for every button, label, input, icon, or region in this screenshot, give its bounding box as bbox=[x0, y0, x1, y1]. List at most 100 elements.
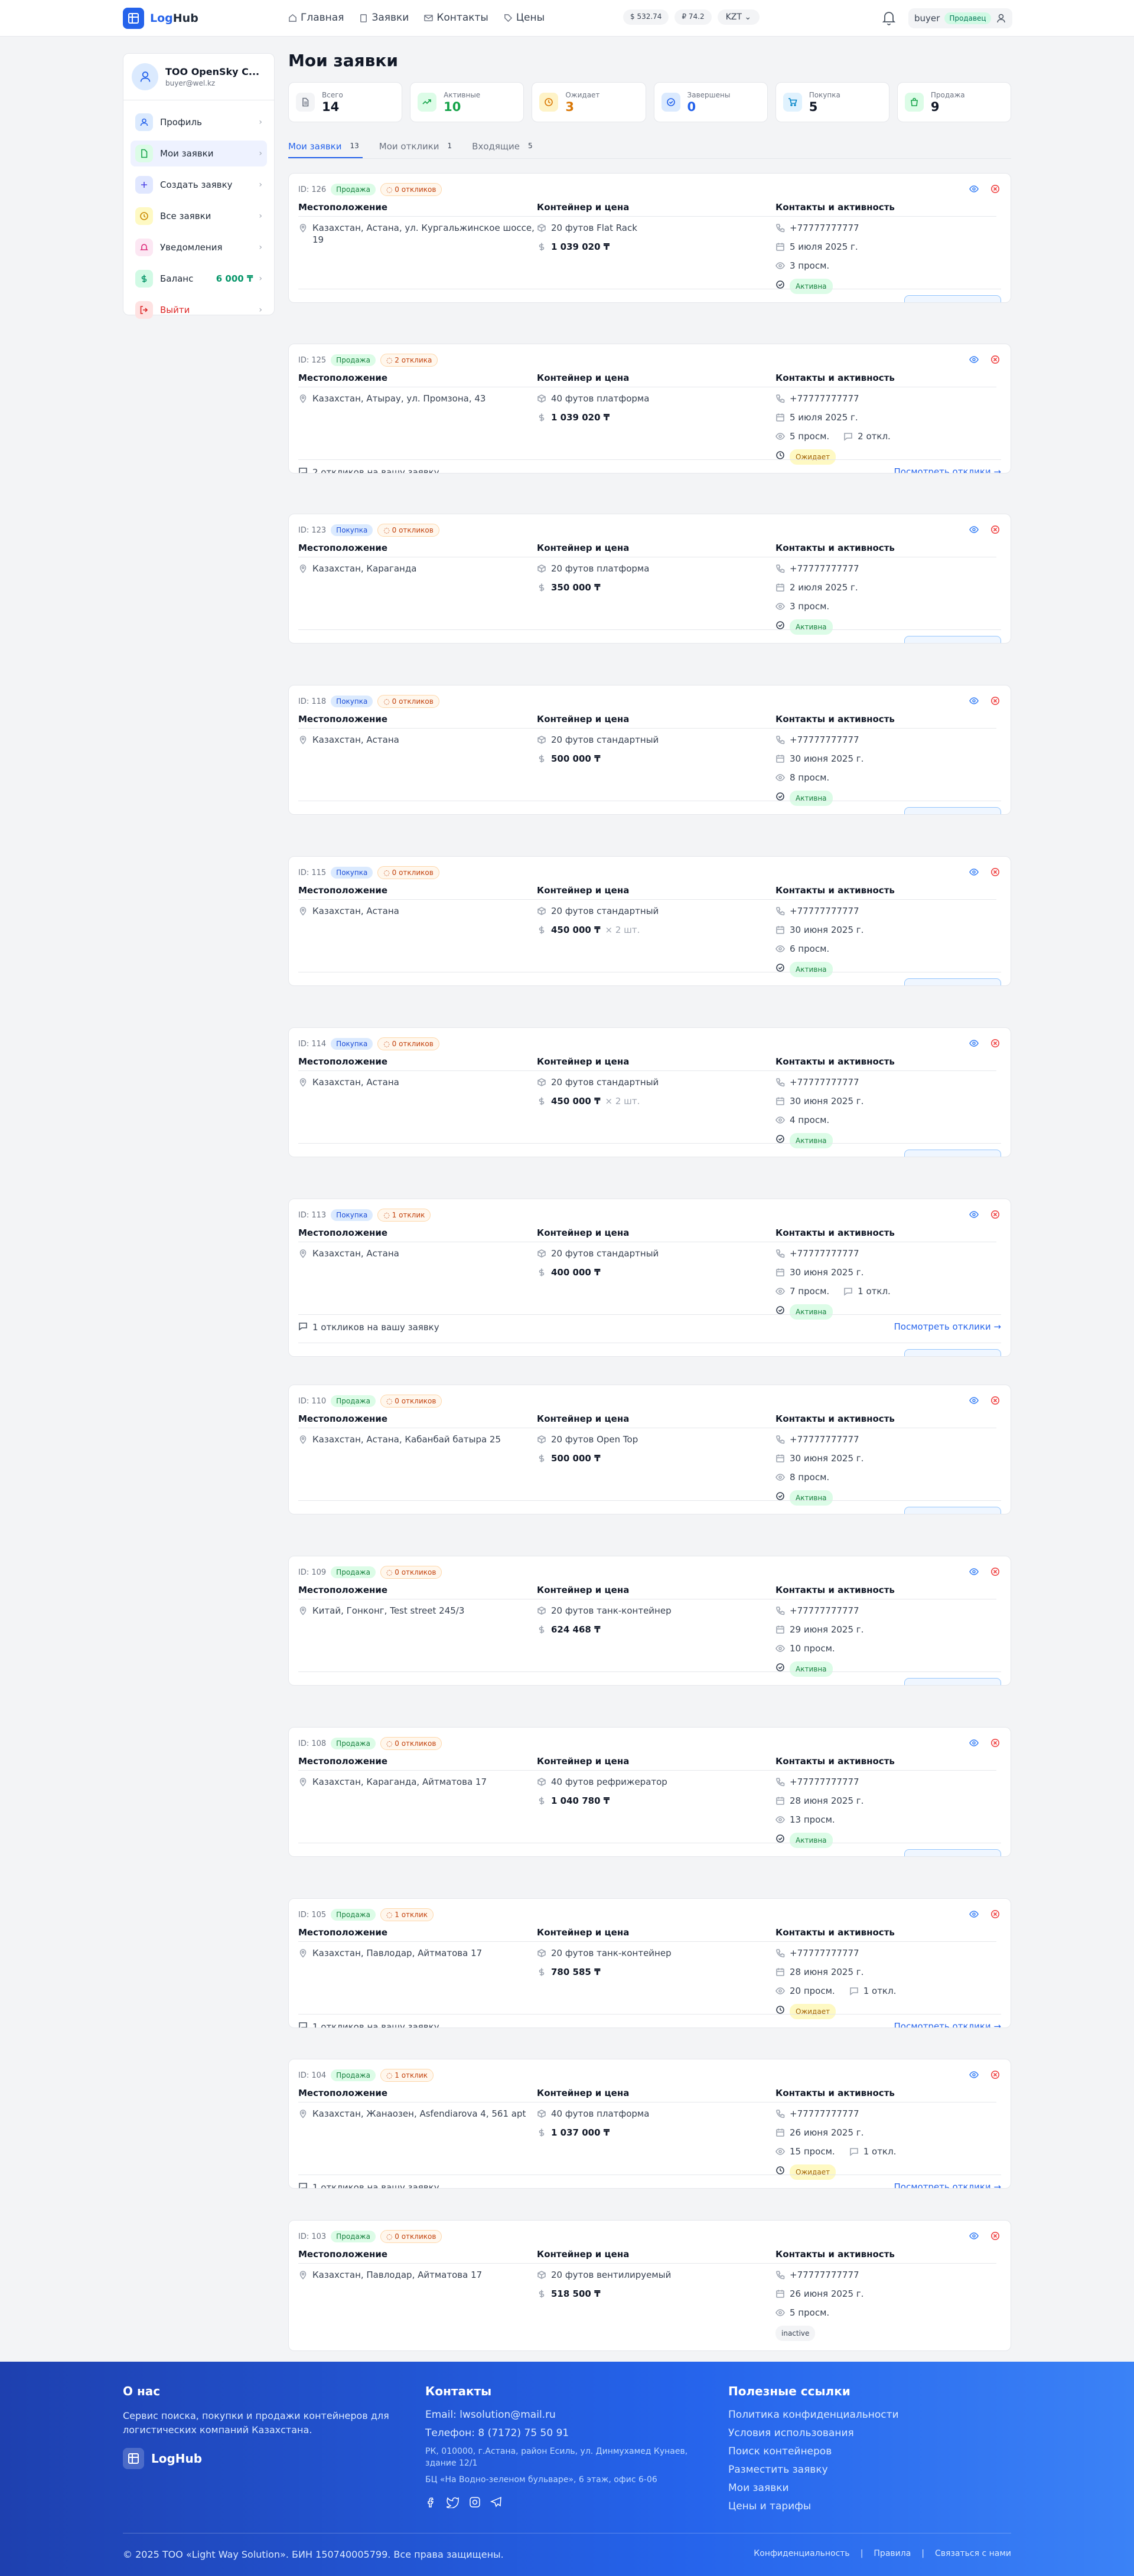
instagram-icon[interactable] bbox=[469, 2496, 481, 2508]
delete-icon[interactable] bbox=[990, 1567, 1000, 1579]
delete-icon[interactable] bbox=[990, 867, 1000, 879]
footer-email[interactable]: Email: lwsolution@mail.ru bbox=[425, 2409, 697, 2421]
order-phone[interactable]: +77777777777 bbox=[790, 393, 859, 404]
promote-button[interactable]: Продвинуть ⌄ bbox=[904, 978, 1001, 985]
footer-bottom-link[interactable]: Конфиденциальность bbox=[754, 2549, 849, 2558]
tab-my-responses[interactable]: Мои отклики 1 bbox=[379, 141, 456, 158]
twitter-icon[interactable] bbox=[447, 2496, 460, 2508]
user-menu[interactable]: buyer Продавец bbox=[908, 8, 1012, 28]
footer-link[interactable]: Цены и тарифы bbox=[728, 2500, 1006, 2512]
eye-icon[interactable] bbox=[969, 184, 979, 196]
dollar-icon bbox=[537, 1625, 546, 1637]
responses-badge: ◌ 0 откликов bbox=[380, 2230, 442, 2243]
nav-contacts[interactable]: Контакты bbox=[424, 12, 488, 24]
order-phone[interactable]: +77777777777 bbox=[790, 2269, 859, 2281]
promote-button[interactable]: Продвинуть ⌄ bbox=[904, 1507, 1001, 1514]
delete-icon[interactable] bbox=[990, 696, 1000, 708]
logo-suffix: Hub bbox=[172, 12, 198, 25]
delete-icon[interactable] bbox=[990, 1396, 1000, 1408]
sidebar-item-profile[interactable]: Профиль › bbox=[131, 109, 267, 135]
order-phone[interactable]: +77777777777 bbox=[790, 1434, 859, 1445]
footer-link[interactable]: Условия использования bbox=[728, 2427, 1006, 2439]
order-type-badge: Продажа bbox=[331, 1738, 376, 1749]
see-responses-link[interactable]: Посмотреть отклики → bbox=[894, 1321, 1002, 1332]
eye-icon[interactable] bbox=[969, 1738, 979, 1750]
footer-bottom-link[interactable]: Связаться с нами bbox=[935, 2549, 1011, 2558]
sidebar-item-my-orders[interactable]: Мои заявки › bbox=[131, 141, 267, 166]
eye-icon[interactable] bbox=[969, 867, 979, 879]
order-phone[interactable]: +77777777777 bbox=[790, 905, 859, 917]
sidebar-item-balance[interactable]: Баланс 6 000 ₸ › bbox=[131, 266, 267, 292]
order-location: Казахстан, Астана bbox=[312, 734, 399, 745]
see-responses-link[interactable]: Посмотреть отклики → bbox=[894, 2182, 1002, 2188]
promote-button[interactable]: Продвинуть ⌄ bbox=[904, 1849, 1001, 1856]
telegram-icon[interactable] bbox=[490, 2496, 502, 2508]
delete-icon[interactable] bbox=[990, 1738, 1000, 1750]
sidebar-item-notifications[interactable]: Уведомления › bbox=[131, 234, 267, 260]
order-phone[interactable]: +77777777777 bbox=[790, 2108, 859, 2120]
tab-my-orders[interactable]: Мои заявки 13 bbox=[288, 141, 363, 158]
location-column: Местоположение Казахстан, Астана, ул. Ку… bbox=[298, 202, 537, 294]
footer-link[interactable]: Политика конфиденциальности bbox=[728, 2409, 1006, 2421]
footer-link[interactable]: Мои заявки bbox=[728, 2482, 1006, 2494]
delete-icon[interactable] bbox=[990, 1210, 1000, 1222]
delete-icon[interactable] bbox=[990, 1039, 1000, 1050]
eye-icon bbox=[775, 1644, 785, 1656]
logo[interactable]: LogHub bbox=[123, 8, 198, 29]
promote-button[interactable]: Продвинуть ⌄ bbox=[904, 1349, 1001, 1356]
see-responses-link[interactable]: Посмотреть отклики → bbox=[894, 466, 1002, 473]
nav-prices[interactable]: Цены bbox=[504, 12, 545, 24]
eye-icon[interactable] bbox=[969, 1396, 979, 1408]
delete-icon[interactable] bbox=[990, 525, 1000, 537]
order-phone[interactable]: +77777777777 bbox=[790, 1776, 859, 1788]
see-responses-link[interactable]: Посмотреть отклики → bbox=[894, 2021, 1002, 2028]
currency-select[interactable]: KZT ⌄ bbox=[717, 9, 760, 25]
eye-icon[interactable] bbox=[969, 525, 979, 537]
order-phone[interactable]: +77777777777 bbox=[790, 734, 859, 746]
footer-bottom-link[interactable]: Правила bbox=[874, 2549, 911, 2558]
promote-button[interactable]: Продвинуть ⌄ bbox=[904, 1678, 1001, 1685]
order-phone[interactable]: +77777777777 bbox=[790, 1947, 859, 1959]
phone-icon bbox=[775, 1948, 785, 1961]
card-divider bbox=[298, 1671, 1001, 1672]
eye-icon[interactable] bbox=[969, 1210, 979, 1222]
eye-icon[interactable] bbox=[969, 1909, 979, 1921]
footer-link[interactable]: Разместить заявку bbox=[728, 2464, 1006, 2476]
eye-icon[interactable] bbox=[969, 355, 979, 367]
map-pin-icon bbox=[298, 1249, 308, 1261]
nav-home[interactable]: Главная bbox=[288, 12, 344, 24]
delete-icon[interactable] bbox=[990, 2231, 1000, 2243]
order-phone[interactable]: +77777777777 bbox=[790, 222, 859, 234]
sidebar-item-create-order[interactable]: Создать заявку › bbox=[131, 172, 267, 198]
nav-orders[interactable]: Заявки bbox=[359, 12, 409, 24]
eye-icon[interactable] bbox=[969, 696, 979, 708]
footer-phone[interactable]: Телефон: 8 (7172) 75 50 91 bbox=[425, 2427, 697, 2439]
order-phone[interactable]: +77777777777 bbox=[790, 1605, 859, 1617]
order-phone[interactable]: +77777777777 bbox=[790, 1076, 859, 1088]
promote-button[interactable]: Продвинуть ⌄ bbox=[904, 295, 1001, 302]
footer-link[interactable]: Поиск контейнеров bbox=[728, 2446, 1006, 2457]
promote-button[interactable]: Продвинуть ⌄ bbox=[904, 1150, 1001, 1157]
facebook-icon[interactable] bbox=[425, 2496, 437, 2508]
clock-icon bbox=[539, 93, 559, 112]
eye-icon[interactable] bbox=[969, 2231, 979, 2243]
sidebar-item-logout[interactable]: Выйти › bbox=[131, 297, 267, 323]
tab-incoming[interactable]: Входящие 5 bbox=[472, 141, 536, 158]
eye-icon bbox=[775, 944, 785, 956]
footer-logo[interactable]: LogHub bbox=[123, 2448, 395, 2469]
promote-button[interactable]: Продвинуть ⌄ bbox=[904, 807, 1001, 814]
order-phone[interactable]: +77777777777 bbox=[790, 1248, 859, 1259]
location-column: Местоположение Казахстан, Павлодар, Айтм… bbox=[298, 1927, 537, 2019]
delete-icon[interactable] bbox=[990, 184, 1000, 196]
eye-icon[interactable] bbox=[969, 2070, 979, 2082]
delete-icon[interactable] bbox=[990, 1909, 1000, 1921]
sidebar-item-all-orders[interactable]: Все заявки › bbox=[131, 203, 267, 229]
eye-icon[interactable] bbox=[969, 1039, 979, 1050]
delete-icon[interactable] bbox=[990, 2070, 1000, 2082]
order-phone[interactable]: +77777777777 bbox=[790, 563, 859, 574]
bell-icon[interactable] bbox=[882, 9, 896, 28]
promote-button[interactable]: Продвинуть ⌄ bbox=[904, 636, 1001, 643]
eye-icon[interactable] bbox=[969, 1567, 979, 1579]
delete-icon[interactable] bbox=[990, 355, 1000, 367]
chat-icon: ◌ bbox=[386, 1397, 395, 1405]
